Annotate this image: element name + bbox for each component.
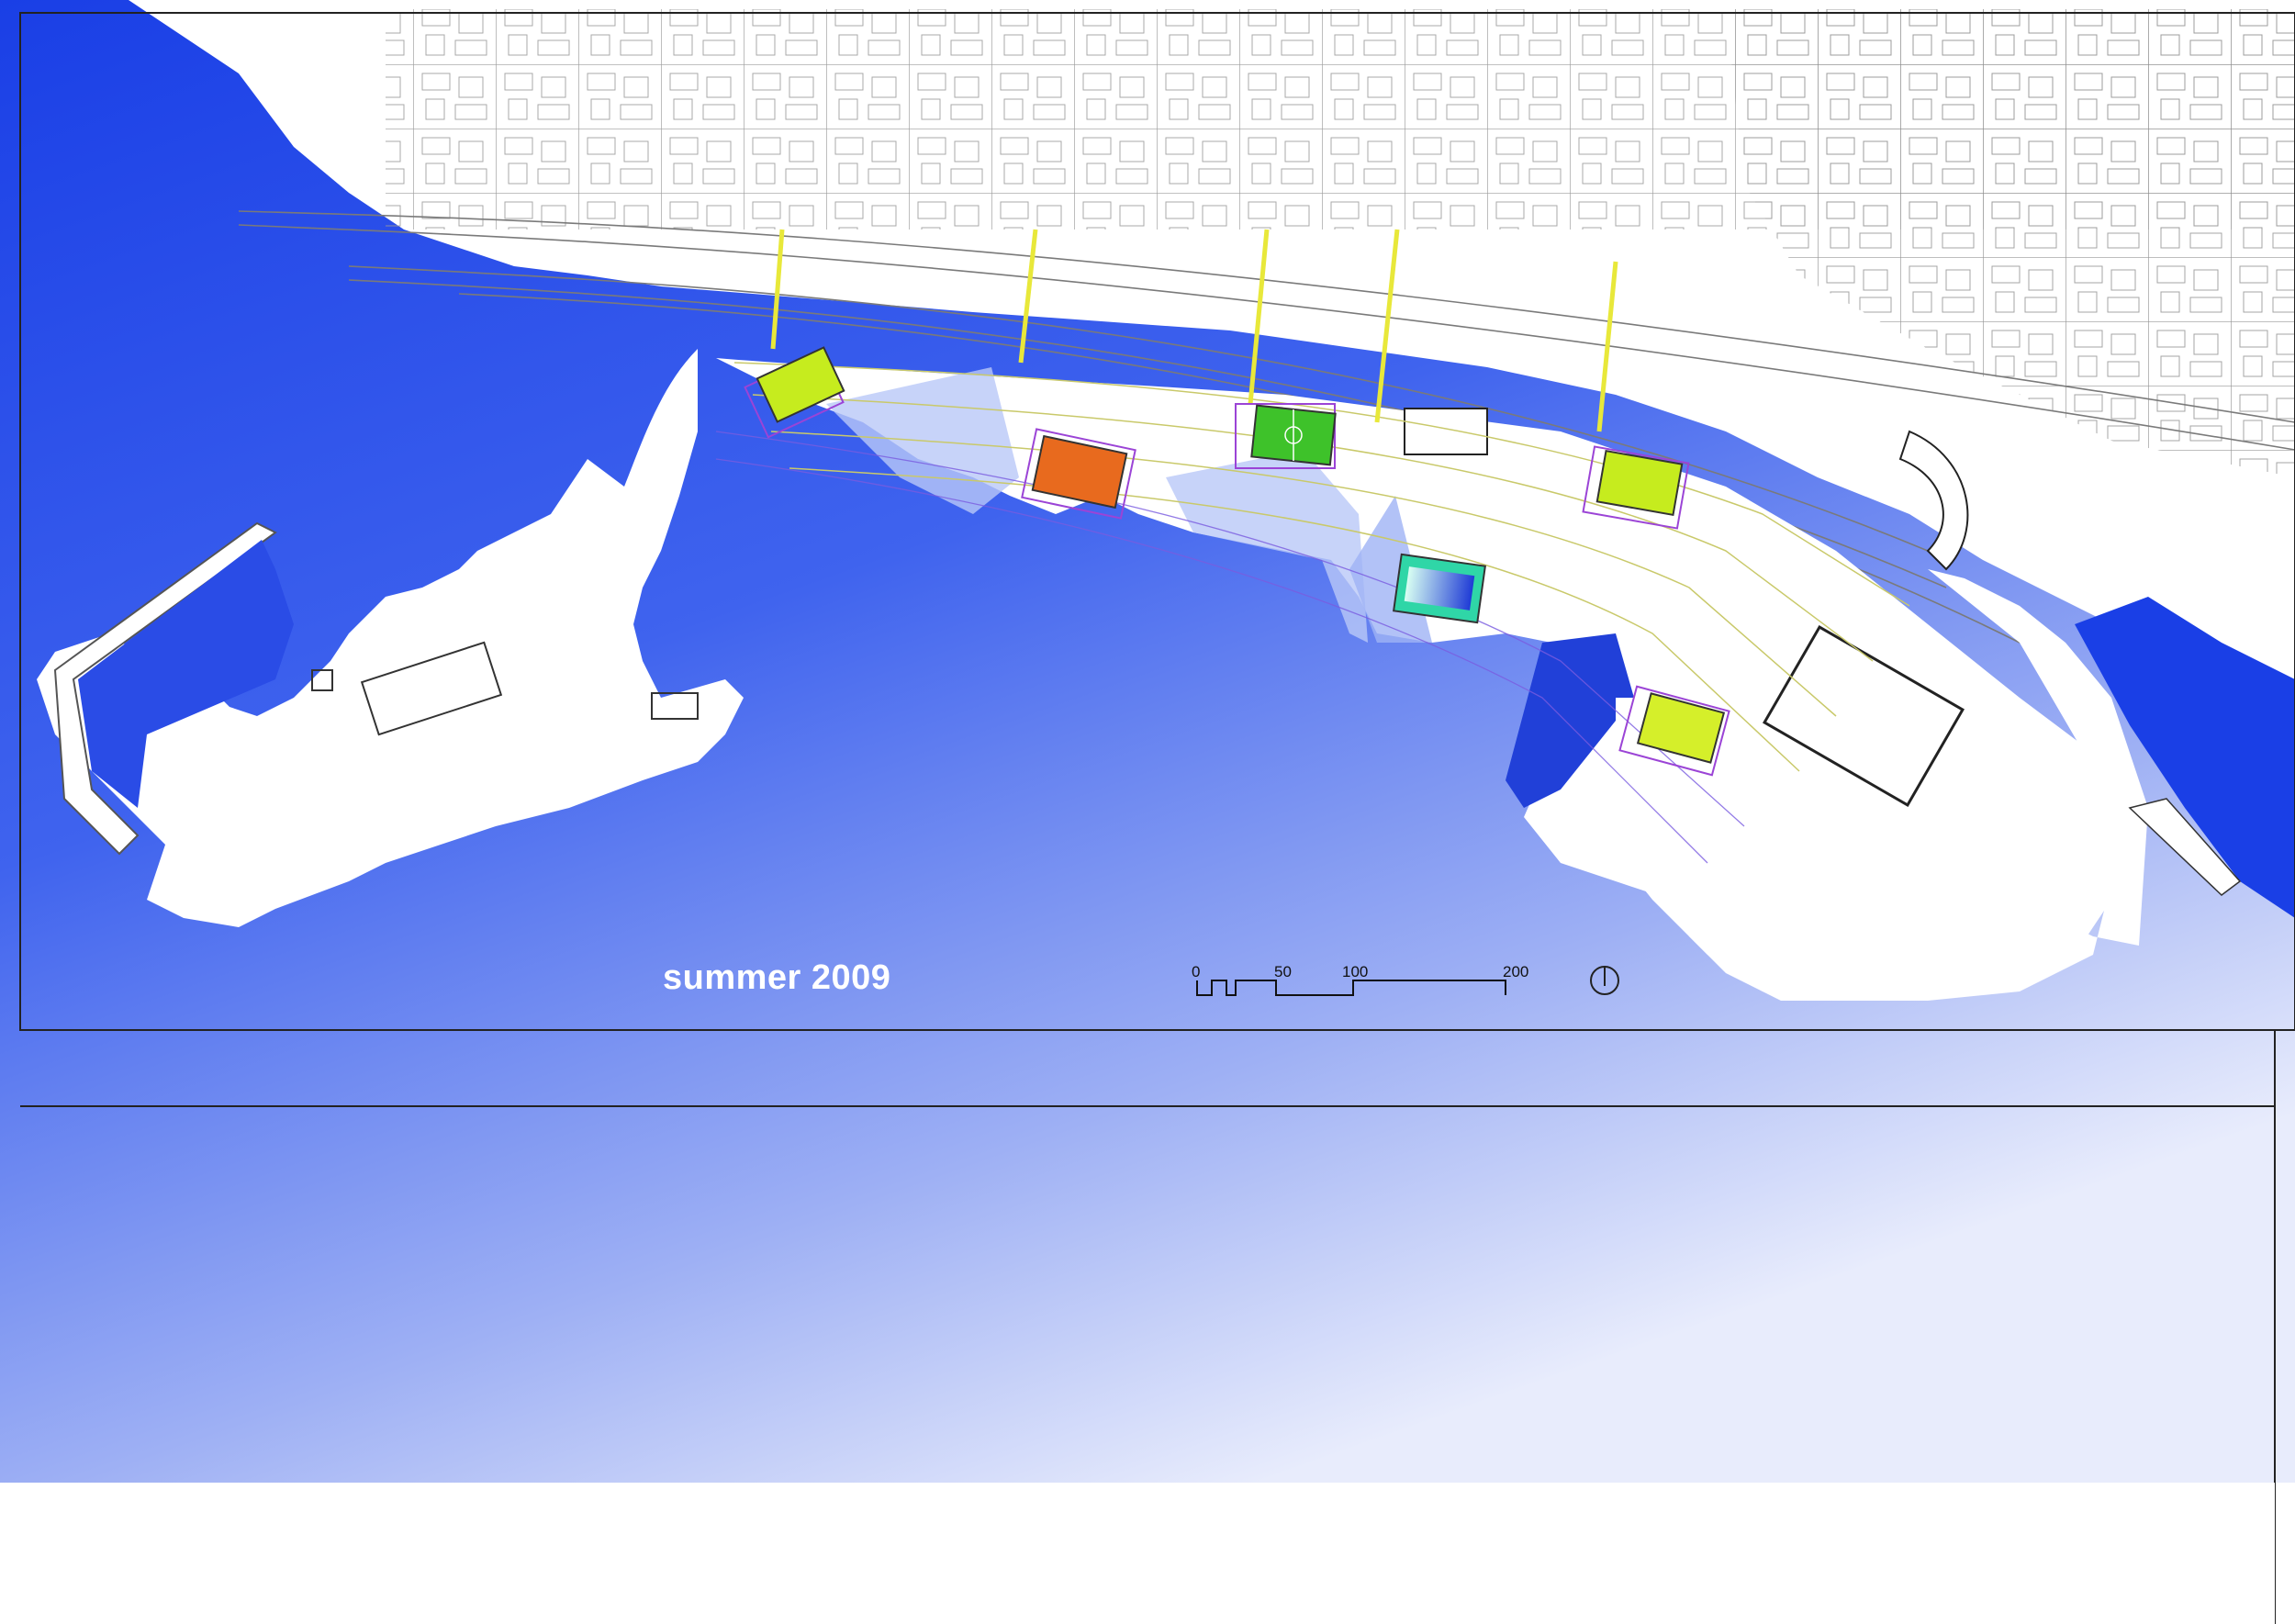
bottom-white-band (0, 1483, 2275, 1624)
map-caption: summer 2009 (663, 958, 891, 997)
site-plan-map (0, 0, 2295, 1624)
scale-label-50: 50 (1274, 963, 1292, 980)
swimming-pool[interactable] (1393, 553, 1486, 624)
scale-label-0: 0 (1192, 963, 1201, 980)
scale-label-200: 200 (1503, 963, 1529, 980)
harbour-building (1404, 408, 1488, 455)
scale-label-100: 100 (1342, 963, 1369, 980)
